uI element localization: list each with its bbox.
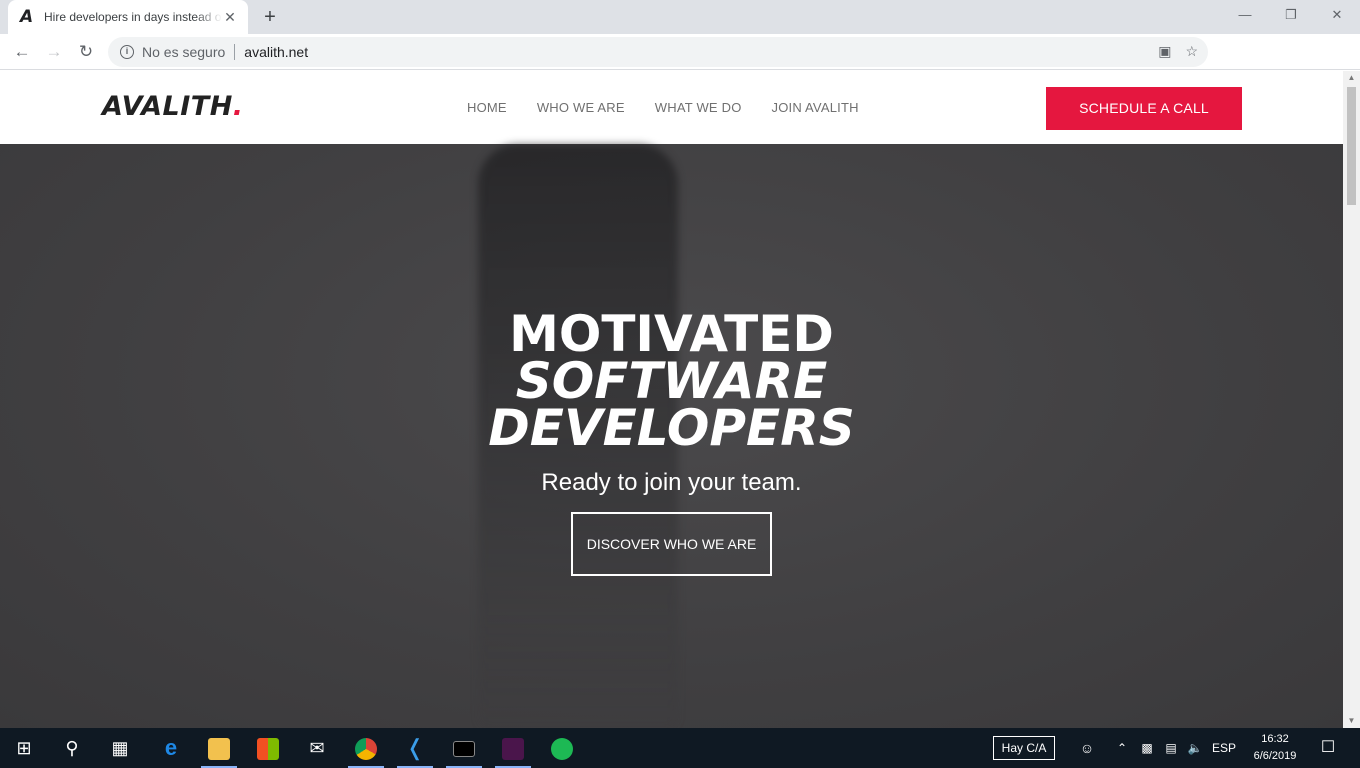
logo-text: AVALITH	[102, 91, 233, 122]
address-separator	[234, 44, 236, 60]
terminal-icon[interactable]	[440, 728, 488, 768]
schedule-call-button[interactable]: SCHEDULE A CALL	[1046, 87, 1242, 130]
hero-title-line-1: MOTIVATED	[509, 305, 834, 363]
hero-subtitle: Ready to join your team.	[541, 469, 802, 496]
start-icon[interactable]: ⊞	[0, 728, 48, 768]
clock-date: 6/6/2019	[1253, 750, 1297, 762]
site-header: AVALITH. HOME WHO WE ARE WHAT WE DO JOIN…	[0, 71, 1343, 144]
search-icon[interactable]: ⚲	[48, 728, 96, 768]
main-nav: HOME WHO WE ARE WHAT WE DO JOIN AVALITH	[467, 100, 859, 115]
bookmark-star-icon[interactable]: ☆	[1185, 43, 1198, 60]
hero-title-line-2: SOFTWARE	[515, 352, 828, 410]
battery-icon[interactable]: ▩	[1137, 728, 1157, 768]
nav-join-avalith[interactable]: JOIN AVALITH	[772, 100, 859, 115]
action-center-icon[interactable]: ☐	[1316, 728, 1340, 768]
store-icon[interactable]	[244, 728, 292, 768]
page-viewport: AVALITH. HOME WHO WE ARE WHAT WE DO JOIN…	[0, 71, 1343, 728]
avalith-logo[interactable]: AVALITH.	[102, 91, 244, 122]
translate-icon[interactable]: ▣	[1158, 43, 1171, 60]
new-tab-button[interactable]: +	[258, 5, 282, 29]
info-icon[interactable]: i	[120, 45, 134, 59]
reload-icon[interactable]: ↻	[72, 38, 100, 66]
forward-icon[interactable]: →	[40, 38, 68, 66]
show-hidden-icons-icon[interactable]: ⌃	[1113, 728, 1131, 768]
edge-icon[interactable]: e	[147, 728, 195, 768]
address-bar[interactable]: i No es seguro avalith.net ▣ ☆	[108, 37, 1208, 67]
nav-what-we-do[interactable]: WHAT WE DO	[655, 100, 742, 115]
restore-window-button[interactable]: ❐	[1268, 0, 1314, 30]
chrome-icon[interactable]	[342, 728, 390, 768]
notification-badge[interactable]: Hay C/A	[993, 736, 1055, 760]
spotify-icon[interactable]	[538, 728, 586, 768]
clock-time: 16:32	[1261, 733, 1289, 745]
volume-icon[interactable]: 🔈	[1185, 728, 1205, 768]
close-window-button[interactable]: ✕	[1314, 0, 1360, 30]
language-indicator[interactable]: ESP	[1210, 728, 1238, 768]
avalith-favicon-icon: A	[20, 7, 34, 27]
logo-dot: .	[232, 91, 244, 122]
hero-title-line-3: DEVELOPERS	[488, 399, 855, 457]
slack-icon[interactable]	[489, 728, 537, 768]
vscode-icon[interactable]: ❬	[391, 728, 439, 768]
browser-tab-strip: A Hire developers in days instead of mon…	[0, 0, 1360, 34]
file-explorer-icon[interactable]	[195, 728, 243, 768]
scroll-thumb[interactable]	[1347, 87, 1356, 205]
nav-who-we-are[interactable]: WHO WE ARE	[537, 100, 625, 115]
windows-taskbar: ⊞ ⚲ ▦ e ✉ ❬ Hay C/A ☺ ⌃ ▩ ▤ 🔈 ESP 16:32 …	[0, 728, 1360, 768]
network-icon[interactable]: ▤	[1161, 728, 1181, 768]
system-clock[interactable]: 16:32 6/6/2019	[1248, 731, 1302, 765]
discover-who-we-are-button[interactable]: DISCOVER WHO WE ARE	[571, 512, 772, 576]
tab-title: Hire developers in days instead of month…	[44, 10, 222, 24]
browser-toolbar: ← → ↻ i No es seguro avalith.net ▣ ☆ □ ◯…	[0, 34, 1360, 96]
browser-tab[interactable]: A Hire developers in days instead of mon…	[8, 0, 248, 34]
security-status: No es seguro	[142, 44, 226, 60]
mail-icon[interactable]: ✉	[293, 728, 341, 768]
scroll-up-arrow-icon[interactable]: ▲	[1343, 71, 1360, 85]
nav-home[interactable]: HOME	[467, 100, 507, 115]
url-text: avalith.net	[244, 44, 309, 60]
scroll-down-arrow-icon[interactable]: ▼	[1343, 714, 1360, 728]
close-tab-icon[interactable]: ✕	[222, 9, 238, 26]
task-view-icon[interactable]: ▦	[96, 728, 144, 768]
minimize-window-button[interactable]: —	[1222, 0, 1268, 30]
people-icon[interactable]: ☺	[1076, 728, 1098, 768]
address-bar-actions: ▣ ☆	[1158, 43, 1198, 60]
back-icon[interactable]: ←	[8, 38, 36, 66]
hero-section: MOTIVATED SOFTWARE DEVELOPERS Ready to j…	[0, 144, 1343, 728]
page-scrollbar[interactable]: ▲ ▼	[1343, 71, 1360, 728]
